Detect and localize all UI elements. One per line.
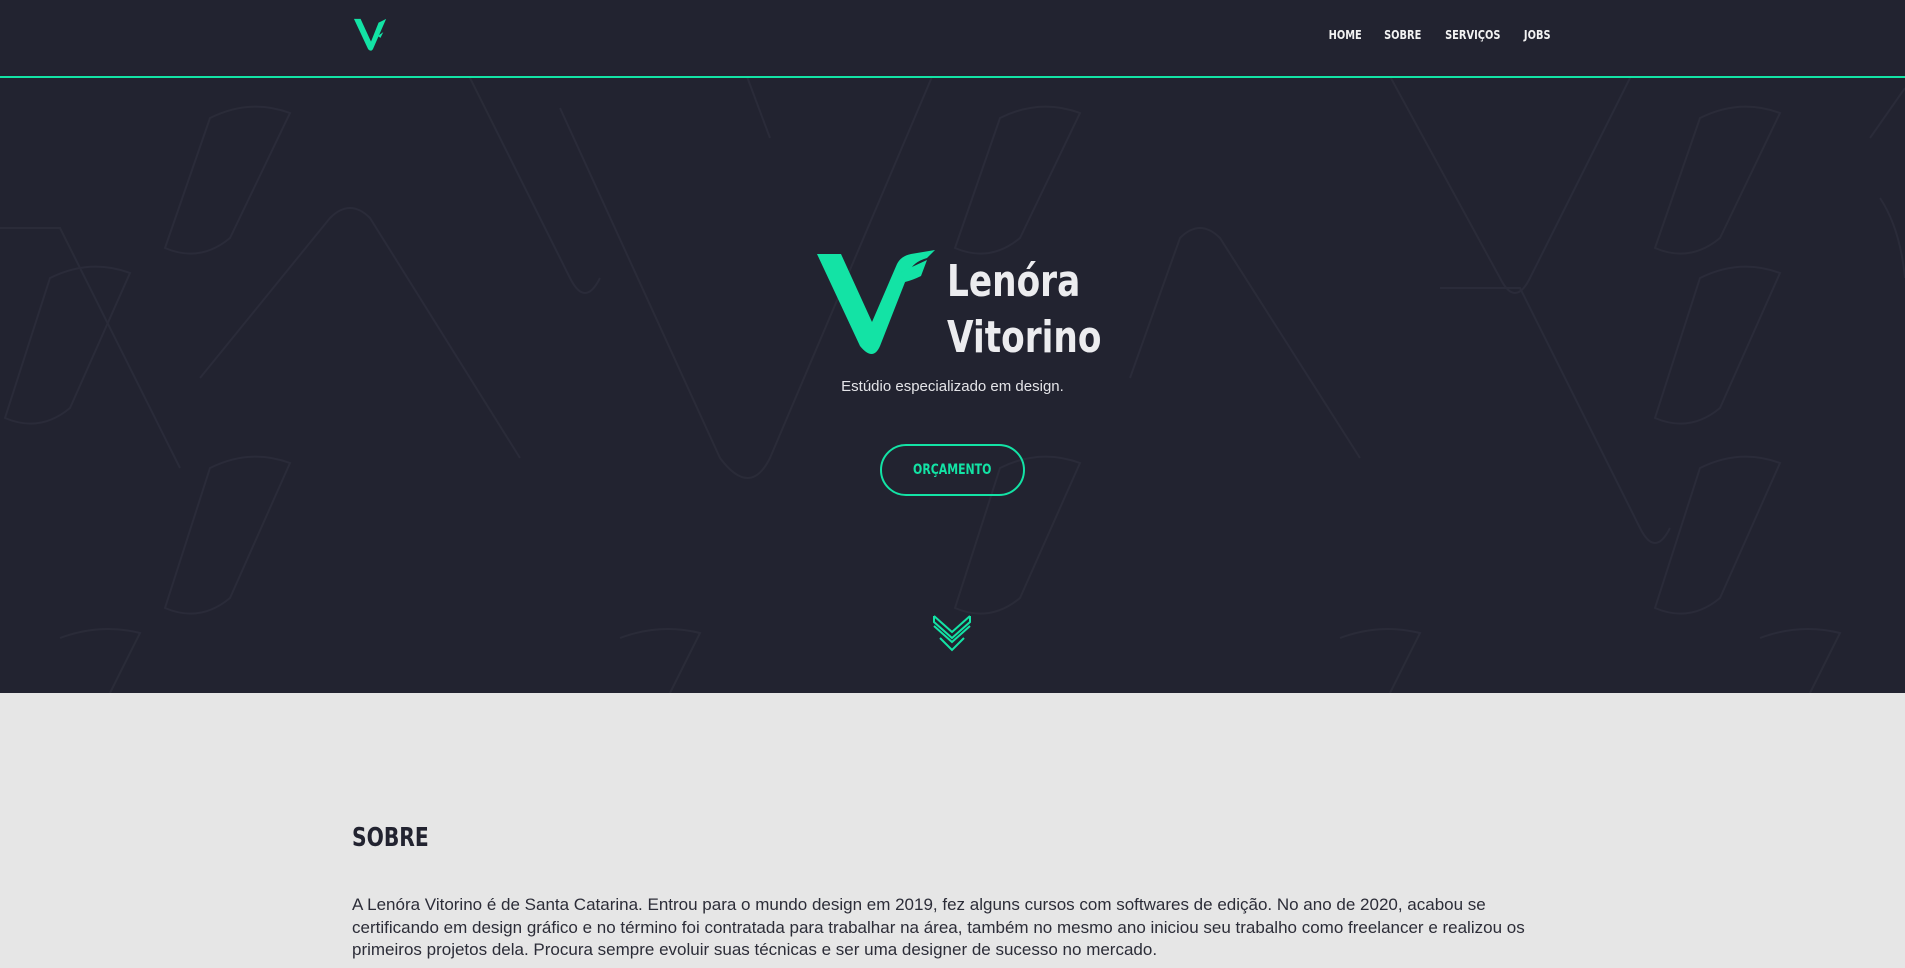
hero-tagline: Estúdio especializado em design. [841,378,1064,395]
hero-name-line1: Lenóra [947,256,1081,307]
about-section: SOBRE A Lenóra Vitorino é de Santa Catar… [0,693,1905,968]
nav-servicos[interactable]: SERVIÇOS [1445,28,1500,42]
hero-section: Lenóra Vitorino Estúdio especializado em… [0,78,1905,693]
about-title: SOBRE [352,823,429,853]
nav-home[interactable]: HOME [1329,28,1362,42]
about-text: A Lenóra Vitorino é de Santa Catarina. E… [352,895,1525,959]
orcamento-button[interactable]: ORÇAMENTO [880,444,1025,496]
nav-jobs[interactable]: JOBS [1523,28,1550,42]
nav-sobre[interactable]: SOBRE [1384,28,1421,42]
hero-name: Lenóra Vitorino [947,254,1101,366]
hero-brand: Lenóra Vitorino [815,250,1115,370]
hero-name-line2: Vitorino [947,312,1102,363]
v-logo-icon[interactable] [352,17,390,53]
v-logo-large-icon [817,250,935,354]
site-header: HOME SOBRE SERVIÇOS JOBS [0,0,1905,78]
main-nav: HOME SOBRE SERVIÇOS JOBS [1325,28,1553,42]
double-chevron-down-icon[interactable] [930,612,974,658]
orcamento-button-label: ORÇAMENTO [913,462,992,478]
